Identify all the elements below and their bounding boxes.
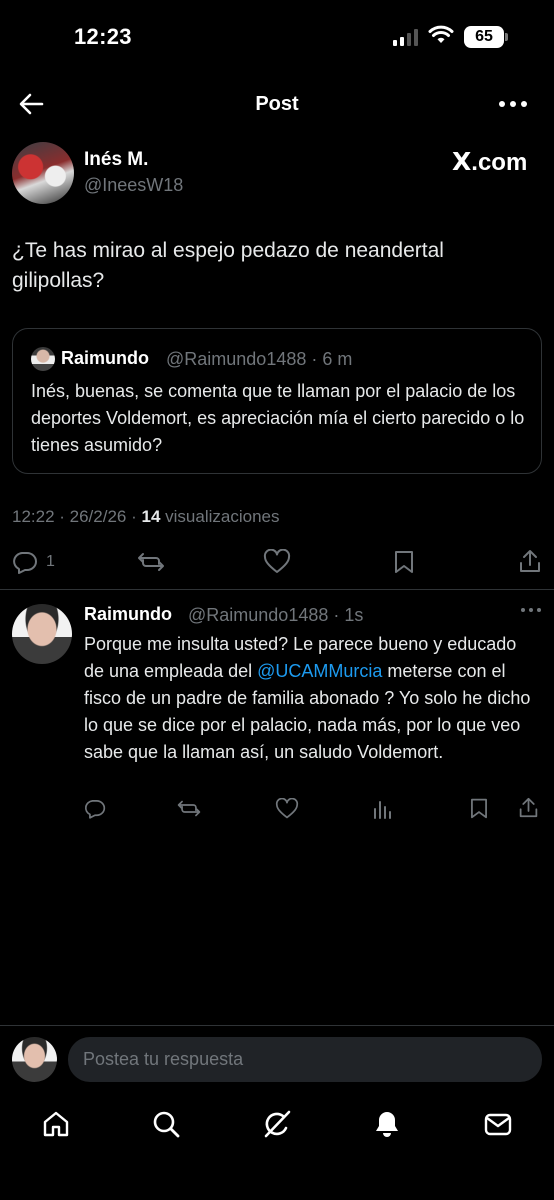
reply-author-name[interactable]: Raimundo	[84, 604, 172, 625]
share-button[interactable]	[518, 548, 542, 574]
reply-reply-button[interactable]	[84, 798, 106, 819]
bookmark-icon	[393, 549, 415, 575]
search-icon[interactable]	[150, 1108, 182, 1140]
reply-button[interactable]: 1	[12, 550, 55, 574]
page-title: Post	[255, 93, 299, 115]
like-icon	[263, 549, 291, 575]
compose-divider	[0, 1025, 554, 1026]
post-text: ¿Te has mirao al espejo pedazo de neande…	[12, 239, 444, 292]
wifi-icon	[428, 25, 454, 45]
reply-author-handle[interactable]: @Raimundo1488 · 1s	[188, 605, 363, 626]
x-com-watermark: X.com	[452, 147, 528, 176]
reply-repost-button[interactable]	[176, 798, 202, 819]
quote-author-handle: @Raimundo1488 · 6 m	[166, 349, 353, 369]
bookmark-icon	[469, 797, 489, 820]
more-icon[interactable]	[498, 94, 528, 114]
author-avatar[interactable]	[12, 142, 74, 204]
mention-link[interactable]: @UCAMMurcia	[257, 661, 382, 681]
reply-share-button[interactable]	[518, 796, 539, 819]
home-icon[interactable]	[40, 1108, 72, 1140]
messages-icon[interactable]	[482, 1108, 514, 1140]
signal-icon	[393, 28, 418, 46]
reply-icon	[12, 550, 38, 574]
compose-avatar	[12, 1037, 57, 1082]
divider	[0, 589, 554, 590]
notifications-icon[interactable]	[371, 1108, 403, 1140]
author-handle[interactable]: @IneesW18	[84, 175, 183, 196]
bookmark-button[interactable]	[393, 549, 415, 575]
status-time: 12:23	[74, 24, 132, 49]
repost-icon	[176, 798, 202, 819]
reply-count: 1	[46, 553, 55, 570]
views-icon	[373, 798, 393, 820]
post-meta: 12:22 · 26/2/26 · 14 visualizaciones	[12, 507, 280, 526]
repost-icon	[136, 550, 166, 574]
quote-avatar	[31, 347, 55, 371]
battery-indicator: 65	[464, 26, 504, 48]
reply-icon	[84, 798, 106, 819]
reply-more-icon[interactable]	[520, 606, 542, 614]
share-icon	[518, 548, 542, 574]
reply-like-button[interactable]	[275, 798, 299, 820]
like-icon	[275, 798, 299, 820]
repost-button[interactable]	[136, 550, 166, 574]
author-name[interactable]: Inés M.	[84, 149, 148, 171]
share-icon	[518, 796, 539, 819]
battery-tip	[505, 33, 508, 41]
grok-icon[interactable]	[261, 1108, 293, 1140]
quoted-post[interactable]: Raimundo @Raimundo1488 · 6 m Inés, buena…	[12, 328, 542, 474]
reply-input[interactable]	[68, 1037, 542, 1082]
like-button[interactable]	[263, 549, 291, 575]
reply-bookmark-button[interactable]	[469, 797, 489, 820]
quote-author-name: Raimundo	[61, 348, 149, 368]
reply-text: Porque me insulta usted? Le parece bueno…	[84, 634, 531, 762]
reply-views-button[interactable]	[373, 798, 393, 820]
quote-text: Inés, buenas, se comenta que te llaman p…	[31, 381, 525, 455]
reply-author-avatar[interactable]	[12, 604, 72, 664]
